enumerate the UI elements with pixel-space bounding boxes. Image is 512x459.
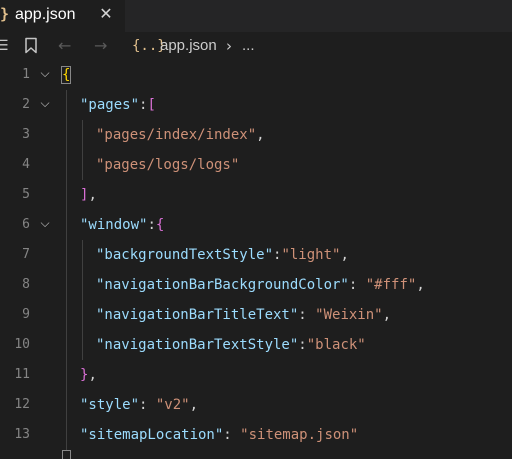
code-line bbox=[0, 450, 512, 459]
open-brace: { bbox=[155, 217, 165, 233]
code-text: "style": "v2", bbox=[80, 395, 198, 415]
line-number: 8 bbox=[22, 277, 30, 292]
json-colon: : bbox=[139, 397, 156, 413]
json-string: "v2" bbox=[155, 397, 190, 413]
line-number: 2 bbox=[22, 97, 30, 112]
json-string: "Weixin" bbox=[315, 307, 383, 323]
code-line: 8 "navigationBarBackgroundColor": "#fff"… bbox=[0, 270, 512, 300]
json-file-icon: } bbox=[0, 5, 10, 23]
line-number: 7 bbox=[22, 247, 30, 262]
code-line: 9 "navigationBarTitleText": "Weixin", bbox=[0, 300, 512, 330]
tab-app-json[interactable]: } app.json ✕ bbox=[0, 0, 125, 32]
line-number: 6 bbox=[22, 217, 30, 232]
code-text: "navigationBarBackgroundColor": "#fff", bbox=[96, 275, 425, 295]
code-text: { bbox=[60, 65, 72, 85]
json-comma: , bbox=[88, 367, 97, 383]
code-editor[interactable]: 1 ⌵ { 2 ⌵ "pages":[ 3 "pages/index/index… bbox=[0, 60, 512, 459]
editor-toolbar: ☰ ← → {..} app.json › ... bbox=[0, 32, 512, 60]
json-colon: : bbox=[298, 337, 307, 353]
json-comma: , bbox=[256, 127, 265, 143]
json-key: "window" bbox=[80, 217, 148, 233]
code-line: 6 ⌵ "window":{ bbox=[0, 210, 512, 240]
forward-arrow-icon[interactable]: → bbox=[94, 36, 107, 56]
json-key: "backgroundTextStyle" bbox=[96, 247, 274, 263]
code-line: 4 "pages/logs/logs" bbox=[0, 150, 512, 180]
json-key: "style" bbox=[80, 397, 140, 413]
back-arrow-icon[interactable]: ← bbox=[58, 36, 71, 56]
breadcrumb-file[interactable]: app.json bbox=[160, 36, 217, 56]
json-comma: , bbox=[88, 187, 97, 203]
line-number: 13 bbox=[14, 427, 30, 442]
close-icon[interactable]: ✕ bbox=[97, 4, 115, 24]
json-key: "navigationBarTitleText" bbox=[96, 307, 299, 323]
menu-icon[interactable]: ☰ bbox=[0, 36, 9, 56]
code-line: 11 }, bbox=[0, 360, 512, 390]
code-text: ], bbox=[80, 185, 97, 205]
json-string: "#fff" bbox=[365, 277, 417, 293]
tab-label: app.json bbox=[15, 6, 76, 23]
code-line: 12 "style": "v2", bbox=[0, 390, 512, 420]
code-text: "pages/logs/logs" bbox=[96, 155, 239, 175]
json-string: "light" bbox=[281, 247, 341, 263]
json-string: "pages/index/index" bbox=[96, 127, 257, 143]
json-comma: , bbox=[416, 277, 425, 293]
code-text: "pages/index/index", bbox=[96, 125, 265, 145]
code-line: 1 ⌵ { bbox=[0, 60, 512, 90]
line-number: 9 bbox=[22, 307, 30, 322]
json-colon: : bbox=[298, 307, 316, 323]
code-line: 7 "backgroundTextStyle":"light", bbox=[0, 240, 512, 270]
code-text: }, bbox=[80, 365, 97, 385]
json-colon: : bbox=[147, 217, 156, 233]
code-line: 2 ⌵ "pages":[ bbox=[0, 90, 512, 120]
bracket-match-highlight bbox=[62, 450, 71, 459]
code-text: "pages":[ bbox=[80, 95, 156, 115]
code-line: 3 "pages/index/index", bbox=[0, 120, 512, 150]
open-bracket: [ bbox=[147, 97, 156, 113]
fold-chevron-icon[interactable]: ⌵ bbox=[36, 64, 54, 82]
json-key: "sitemapLocation" bbox=[80, 427, 224, 443]
json-key: "pages" bbox=[80, 97, 140, 113]
json-string: "pages/logs/logs" bbox=[96, 157, 240, 173]
code-text: "sitemapLocation": "sitemap.json" bbox=[80, 425, 358, 445]
fold-chevron-icon[interactable]: ⌵ bbox=[36, 214, 54, 232]
line-number: 1 bbox=[22, 67, 30, 82]
code-line: 5 ], bbox=[0, 180, 512, 210]
line-number: 5 bbox=[22, 187, 30, 202]
json-colon: : bbox=[348, 277, 366, 293]
json-comma: , bbox=[189, 397, 199, 413]
breadcrumb-more[interactable]: ... bbox=[242, 36, 255, 56]
code-text: "window":{ bbox=[80, 215, 164, 235]
breadcrumb-separator: › bbox=[226, 37, 232, 55]
line-number: 4 bbox=[22, 157, 30, 172]
line-number: 3 bbox=[22, 127, 30, 142]
json-key: "navigationBarTextStyle" bbox=[96, 337, 299, 353]
code-text: "navigationBarTextStyle":"black" bbox=[96, 335, 366, 355]
line-number: 12 bbox=[14, 397, 30, 412]
json-string: "sitemap.json" bbox=[240, 427, 359, 443]
json-comma: , bbox=[340, 247, 349, 263]
code-text: "backgroundTextStyle":"light", bbox=[96, 245, 349, 265]
json-key: "navigationBarBackgroundColor" bbox=[96, 277, 349, 293]
code-text: "navigationBarTitleText": "Weixin", bbox=[96, 305, 391, 325]
code-line: 13 "sitemapLocation": "sitemap.json" bbox=[0, 420, 512, 450]
json-colon: : bbox=[223, 427, 241, 443]
tab-bar: } app.json ✕ bbox=[0, 0, 512, 32]
open-brace: { bbox=[60, 66, 72, 84]
json-string: "black" bbox=[306, 337, 366, 353]
bookmark-icon[interactable] bbox=[24, 37, 38, 57]
json-comma: , bbox=[382, 307, 392, 323]
line-number: 11 bbox=[14, 367, 30, 382]
code-line: 10 "navigationBarTextStyle":"black" bbox=[0, 330, 512, 360]
line-number: 10 bbox=[14, 337, 30, 352]
fold-chevron-icon[interactable]: ⌵ bbox=[36, 94, 54, 112]
